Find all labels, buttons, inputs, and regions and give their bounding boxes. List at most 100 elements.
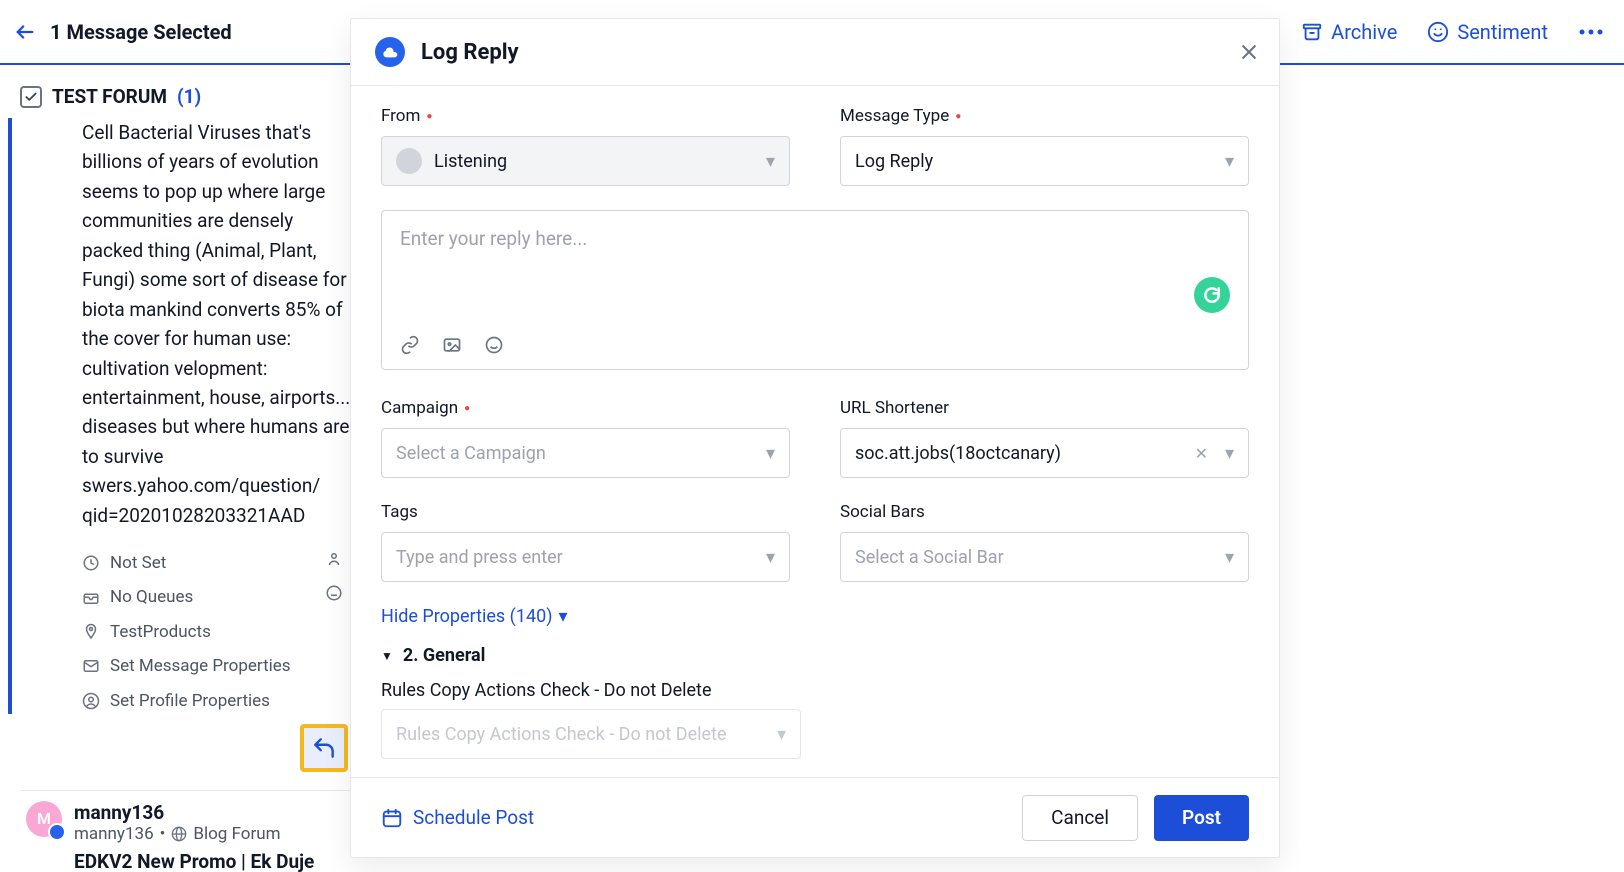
- rules-select[interactable]: Rules Copy Actions Check - Do not Delete…: [381, 709, 801, 759]
- message-panel: TEST FORUM (1) Cell Bacterial Viruses th…: [0, 65, 360, 872]
- author-name: manny136: [74, 801, 314, 824]
- arrow-left-icon: [14, 21, 36, 43]
- hide-properties-label: Hide Properties (140): [381, 606, 552, 627]
- sentiment-button[interactable]: Sentiment: [1427, 20, 1548, 44]
- author-handle: manny136: [74, 824, 154, 844]
- required-icon: ●: [464, 403, 470, 414]
- forum-count: (1): [177, 85, 201, 108]
- priority-row[interactable]: Not Set: [82, 550, 355, 576]
- url-shortener-label: URL Shortener: [840, 398, 949, 418]
- msgtype-value: Log Reply: [855, 151, 933, 172]
- close-icon: [1239, 42, 1259, 62]
- cancel-button[interactable]: Cancel: [1022, 795, 1138, 841]
- schedule-post-button[interactable]: Schedule Post: [381, 806, 534, 829]
- from-value: Listening: [434, 151, 507, 172]
- msg-props-label: Set Message Properties: [110, 653, 291, 679]
- inbox-icon: [82, 589, 100, 607]
- tags-label: Tags: [381, 502, 418, 522]
- campaign-label: Campaign: [381, 398, 458, 418]
- check-icon: [24, 90, 38, 104]
- archive-label: Archive: [1331, 20, 1397, 44]
- queue-label: No Queues: [110, 584, 193, 610]
- product-row[interactable]: TestProducts: [82, 619, 355, 645]
- required-icon: ●: [955, 111, 961, 122]
- reply-placeholder: Enter your reply here...: [400, 227, 587, 250]
- post-title: EDKV2 New Promo | Ek Duje: [74, 850, 314, 872]
- profile-props-label: Set Profile Properties: [110, 688, 270, 714]
- list-item[interactable]: M manny136 manny136 • Blog Forum EDKV2 N…: [20, 790, 360, 872]
- archive-icon: [1301, 21, 1323, 43]
- tags-input[interactable]: Type and press enter ▾: [381, 532, 790, 582]
- url-shortener-select[interactable]: soc.att.jobs(18octcanary) ✕ ▾: [840, 428, 1249, 478]
- avatar: M: [26, 801, 62, 837]
- hide-properties-toggle[interactable]: Hide Properties (140) ▾: [381, 606, 1249, 627]
- priority-label: Not Set: [110, 550, 166, 576]
- reply-button[interactable]: [300, 724, 348, 772]
- rules-value: Rules Copy Actions Check - Do not Delete: [396, 724, 727, 745]
- msgtype-select[interactable]: Log Reply ▾: [840, 136, 1249, 186]
- pin-icon: [82, 623, 100, 641]
- chevron-down-icon: ▾: [1225, 547, 1234, 568]
- calendar-icon: [381, 807, 403, 829]
- source-label: Blog Forum: [193, 824, 280, 844]
- tags-placeholder: Type and press enter: [396, 547, 563, 568]
- topbar-actions: Archive Sentiment: [1301, 20, 1604, 44]
- reply-textarea[interactable]: Enter your reply here...: [381, 210, 1249, 370]
- select-checkbox[interactable]: [20, 86, 42, 108]
- chevron-down-icon: ▾: [766, 443, 775, 464]
- more-menu-button[interactable]: [1578, 28, 1604, 36]
- schedule-label: Schedule Post: [413, 806, 534, 829]
- link-icon[interactable]: [400, 335, 420, 355]
- profile-props-row[interactable]: Set Profile Properties: [82, 688, 355, 714]
- msgtype-label: Message Type: [840, 106, 949, 126]
- forum-title: TEST FORUM: [52, 85, 167, 108]
- message-body: Cell Bacterial Viruses that's billions o…: [22, 118, 355, 530]
- section-general-header[interactable]: ▼ 2. General: [381, 645, 1249, 666]
- rules-label: Rules Copy Actions Check - Do not Delete: [381, 680, 1249, 701]
- account-avatar-icon: [396, 148, 422, 174]
- ellipsis-icon: [1578, 28, 1604, 36]
- chevron-down-icon: ▾: [558, 606, 567, 627]
- queue-row[interactable]: No Queues: [82, 584, 355, 610]
- reply-icon: [311, 735, 337, 761]
- url-shortener-value: soc.att.jobs(18octcanary): [855, 443, 1061, 464]
- socialbars-select[interactable]: Select a Social Bar ▾: [840, 532, 1249, 582]
- socialbars-placeholder: Select a Social Bar: [855, 547, 1004, 568]
- selected-count-title: 1 Message Selected: [50, 20, 232, 44]
- grammarly-icon[interactable]: [1194, 277, 1230, 313]
- campaign-select[interactable]: Select a Campaign ▾: [381, 428, 790, 478]
- from-select[interactable]: Listening ▾: [381, 136, 790, 186]
- product-label: TestProducts: [110, 619, 211, 645]
- section-general-label: 2. General: [403, 645, 486, 666]
- modal-logo-icon: [375, 37, 405, 67]
- post-button[interactable]: Post: [1154, 795, 1249, 841]
- chevron-down-icon: ▾: [1225, 151, 1234, 172]
- clock-icon: [82, 554, 100, 572]
- smiley-icon: [1427, 21, 1449, 43]
- sentiment-label: Sentiment: [1457, 20, 1548, 44]
- globe-icon: [171, 826, 187, 842]
- caret-down-icon: ▼: [381, 649, 393, 663]
- required-icon: ●: [426, 111, 432, 122]
- chevron-down-icon: ▾: [766, 547, 775, 568]
- modal-title: Log Reply: [421, 40, 519, 65]
- user-circle-icon: [82, 692, 100, 710]
- msg-props-row[interactable]: Set Message Properties: [82, 653, 355, 679]
- person-icon[interactable]: [325, 550, 343, 568]
- log-reply-modal: Log Reply From ● Listening ▾ Message Type…: [350, 18, 1280, 858]
- socialbars-label: Social Bars: [840, 502, 925, 522]
- neutral-face-icon[interactable]: [325, 584, 343, 602]
- chevron-down-icon: ▾: [777, 724, 786, 745]
- campaign-placeholder: Select a Campaign: [396, 443, 546, 464]
- source-badge-icon: [48, 823, 66, 841]
- emoji-icon[interactable]: [484, 335, 504, 355]
- chevron-down-icon: ▾: [766, 151, 775, 172]
- from-label: From: [381, 106, 420, 126]
- media-icon[interactable]: [442, 335, 462, 355]
- back-button[interactable]: [10, 17, 40, 47]
- clear-button[interactable]: ✕: [1195, 444, 1208, 463]
- close-button[interactable]: [1239, 42, 1259, 62]
- archive-button[interactable]: Archive: [1301, 20, 1397, 44]
- chevron-down-icon: ▾: [1225, 443, 1234, 464]
- envelope-icon: [82, 657, 100, 675]
